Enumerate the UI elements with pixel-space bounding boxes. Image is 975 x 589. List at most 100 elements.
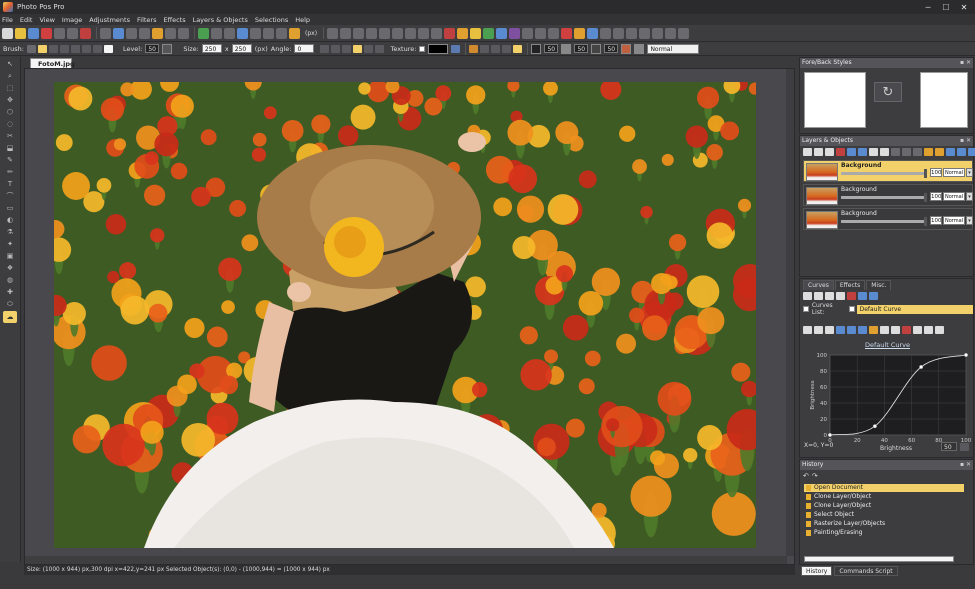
slider-knob[interactable] <box>924 169 927 178</box>
toolbar-button-icon[interactable] <box>152 27 163 39</box>
toolbar-button-icon[interactable] <box>139 27 150 39</box>
toolbar-button-icon[interactable] <box>198 27 209 39</box>
toolbar-button-icon[interactable] <box>431 27 443 39</box>
crop-tool-icon[interactable]: ✂ <box>3 131 17 141</box>
layer-action-icon[interactable] <box>803 148 812 156</box>
curve-edit-icon[interactable] <box>935 326 944 334</box>
menu-edit[interactable]: Edit <box>20 16 33 24</box>
menu-selections[interactable]: Selections <box>255 16 288 24</box>
slider-knob[interactable] <box>924 217 927 226</box>
toolbar-button-icon[interactable] <box>522 27 534 39</box>
layer-opacity-slider[interactable] <box>841 193 927 202</box>
blur-tool-icon[interactable]: ◍ <box>3 275 17 285</box>
toolbar-button-icon[interactable] <box>15 27 26 39</box>
toolbar-button-icon[interactable] <box>289 27 300 39</box>
toolbar-button-icon[interactable] <box>276 27 287 39</box>
curve-edit-icon[interactable] <box>869 326 878 334</box>
curve-edit-icon[interactable] <box>836 326 845 334</box>
apply-icon[interactable] <box>513 44 523 53</box>
curve-action-icon[interactable] <box>847 292 856 300</box>
brush-soft-icon[interactable] <box>37 44 47 53</box>
stamp-tool-icon[interactable]: ▣ <box>3 251 17 261</box>
tab-curves[interactable]: Curves <box>803 280 834 290</box>
mode-swatch-2[interactable] <box>561 43 572 54</box>
curve-edit-icon[interactable] <box>825 326 834 334</box>
curve-edit-icon[interactable] <box>880 326 889 334</box>
brush-square-icon[interactable] <box>81 44 91 53</box>
foreground-swatch[interactable] <box>804 72 866 128</box>
brush-option-icon[interactable] <box>331 44 341 53</box>
menu-effects[interactable]: Effects <box>163 16 185 24</box>
history-item[interactable]: Clone Layer/Object <box>804 493 964 501</box>
layer-opacity-input[interactable]: 100 <box>930 192 942 201</box>
toolbar-button-icon[interactable] <box>224 27 235 39</box>
vertical-scrollbar[interactable] <box>786 69 794 556</box>
texture-picker-icon[interactable] <box>451 44 461 53</box>
toolbar-button-icon[interactable] <box>340 27 352 39</box>
brush-heart-icon[interactable] <box>59 44 69 53</box>
curve-plot-area[interactable] <box>829 354 967 436</box>
toolbar-button-icon[interactable] <box>665 27 677 39</box>
tab-history[interactable]: History <box>801 566 833 576</box>
toolbar-button-icon[interactable] <box>263 27 274 39</box>
panel-pin-icon[interactable]: ▪ ✕ <box>960 136 971 146</box>
pencil-option-icon[interactable] <box>353 44 363 53</box>
curve-action-icon[interactable] <box>825 292 834 300</box>
layer-action-icon[interactable] <box>891 148 900 156</box>
toolbar-button-icon[interactable] <box>67 27 78 39</box>
layer-action-icon[interactable] <box>814 148 823 156</box>
brush-tool-icon[interactable]: ☁ <box>3 311 17 323</box>
layer-action-icon[interactable] <box>913 148 922 156</box>
brush-custom-icon[interactable] <box>103 44 113 53</box>
curve-edit-icon[interactable] <box>858 326 867 334</box>
toolbar-button-icon[interactable] <box>327 27 339 39</box>
dodge-tool-icon[interactable]: ◐ <box>3 215 17 225</box>
toolbar-button-icon[interactable] <box>392 27 404 39</box>
history-item[interactable]: Select Object <box>804 511 964 519</box>
toolbar-button-icon[interactable] <box>353 27 365 39</box>
history-item[interactable]: Rasterize Layer/Objects <box>804 520 964 528</box>
toolbar-button-icon[interactable] <box>379 27 391 39</box>
layer-mode-select[interactable]: Normal <box>943 168 965 177</box>
curve-edit-icon[interactable] <box>814 326 823 334</box>
toolbar-button-icon[interactable] <box>165 27 176 39</box>
effects-icon[interactable] <box>469 44 479 53</box>
blend-mode-select[interactable]: Normal <box>647 43 700 54</box>
toolbar-button-icon[interactable] <box>405 27 417 39</box>
curve-edit-icon[interactable] <box>902 326 911 334</box>
layer-mode-select[interactable]: Normal <box>943 216 965 225</box>
layer-row[interactable]: Background 100 Normal ▾ <box>803 160 973 182</box>
document-tab[interactable]: FotoM.jpg <box>30 58 75 68</box>
toolbar-button-icon[interactable] <box>613 27 625 39</box>
toolbar-button-icon[interactable] <box>496 27 508 39</box>
toolbar-button-icon[interactable] <box>600 27 612 39</box>
curve-control-point[interactable] <box>919 364 924 370</box>
toolbar-button-icon[interactable] <box>444 27 456 39</box>
brush-option-icon[interactable] <box>364 44 374 53</box>
transform-tool-icon[interactable]: ✥ <box>3 95 17 105</box>
toolbar-button-icon[interactable] <box>509 27 521 39</box>
option-icon[interactable] <box>502 44 512 53</box>
zoom-tool-icon[interactable]: ⌕ <box>3 71 17 81</box>
panel-pin-icon[interactable]: ▪ ✕ <box>960 460 971 470</box>
layer-action-icon[interactable] <box>957 148 966 156</box>
layer-action-icon[interactable] <box>847 148 856 156</box>
curve-control-point[interactable] <box>827 432 833 438</box>
zoom-unit-label[interactable]: (px) <box>305 30 317 37</box>
layer-visibility-icon[interactable]: ▾ <box>966 192 973 201</box>
layer-action-icon[interactable] <box>858 148 867 156</box>
mode-value-2[interactable]: 50 <box>574 44 589 53</box>
size-height-input[interactable]: 250 <box>231 44 252 53</box>
toolbar-button-icon[interactable] <box>178 27 189 39</box>
toolbar-button-icon[interactable] <box>678 27 690 39</box>
curve-value-input[interactable]: 50 <box>941 442 957 451</box>
curve-control-point[interactable] <box>963 352 969 358</box>
layer-action-icon[interactable] <box>869 148 878 156</box>
close-button[interactable]: ✕ <box>955 0 973 14</box>
toolbar-button-icon[interactable] <box>626 27 638 39</box>
mode-swatch-1[interactable] <box>531 43 542 54</box>
rectangle-tool-icon[interactable]: ▭ <box>3 203 17 213</box>
level-input[interactable]: 50 <box>145 44 160 53</box>
brush-round-icon[interactable] <box>26 44 36 53</box>
layer-row[interactable]: Background 100 Normal ▾ <box>803 208 973 230</box>
